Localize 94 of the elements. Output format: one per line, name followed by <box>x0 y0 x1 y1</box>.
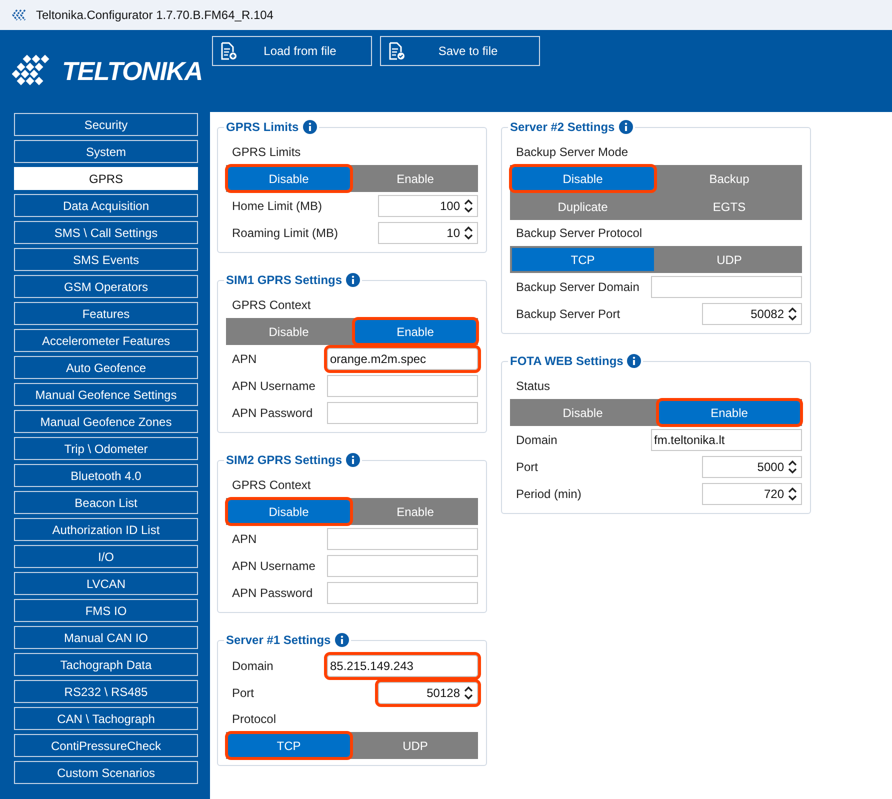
group-title: SIM1 GPRS Settings <box>226 272 342 289</box>
input-field[interactable]: fm.teltonika.lt <box>651 429 802 451</box>
sidebar-item[interactable]: GPRS <box>14 167 198 190</box>
sidebar-item[interactable]: RS232 \ RS485 <box>14 680 198 703</box>
field-label: Backup Server Domain <box>516 279 640 296</box>
input-field[interactable] <box>327 582 478 604</box>
sidebar-item[interactable]: GSM Operators <box>14 275 198 298</box>
field-label: Backup Server Port <box>516 306 620 323</box>
spin-arrows-icon <box>788 460 797 474</box>
file-check-icon <box>389 42 405 60</box>
input-field[interactable]: orange.m2m.spec <box>327 348 478 370</box>
sidebar-item[interactable]: Tachograph Data <box>14 653 198 676</box>
number-field[interactable]: 50082 <box>702 303 802 325</box>
info-icon[interactable] <box>302 120 317 134</box>
sidebar-item[interactable]: SMS Events <box>14 248 198 271</box>
field-label: Domain <box>232 658 274 675</box>
field-label: APN <box>232 531 257 548</box>
field-label: Period (min) <box>516 486 582 503</box>
info-icon[interactable] <box>618 120 633 134</box>
file-button[interactable]: Save to file <box>380 36 540 66</box>
sidebar-item[interactable]: System <box>14 140 198 163</box>
window-title: Teltonika.Configurator 1.7.70.B.FM64_R.104 <box>36 7 274 24</box>
sidebar-item[interactable]: Custom Scenarios <box>14 761 198 784</box>
sidebar-item[interactable]: Auto Geofence <box>14 356 198 379</box>
number-field[interactable]: 10 <box>378 222 478 244</box>
group-title: FOTA WEB Settings <box>510 353 624 370</box>
input-field[interactable]: 85.215.149.243 <box>327 655 478 677</box>
field-label: Protocol <box>232 711 276 728</box>
field-label: APN Password <box>232 585 313 602</box>
sidebar-item[interactable]: FMS IO <box>14 599 198 622</box>
sidebar-item[interactable]: Trip \ Odometer <box>14 437 198 460</box>
toggle-option[interactable]: TCP <box>228 734 350 757</box>
number-field[interactable]: 50128 <box>378 682 478 704</box>
number-field[interactable]: 100 <box>378 195 478 217</box>
sidebar-item[interactable]: Bluetooth 4.0 <box>14 464 198 487</box>
group-title: GPRS Limits <box>226 119 299 136</box>
input-field[interactable] <box>327 555 478 577</box>
sidebar-item[interactable]: ContiPressureCheck <box>14 734 198 757</box>
file-add-icon <box>221 42 237 60</box>
field-label: Domain <box>516 432 558 449</box>
spin-arrows-icon <box>464 686 473 700</box>
sidebar-item[interactable]: Manual Geofence Settings <box>14 383 198 406</box>
sidebar-item[interactable]: Beacon List <box>14 491 198 514</box>
sidebar-item[interactable]: Authorization ID List <box>14 518 198 541</box>
field-label: APN Password <box>232 405 313 422</box>
input-field[interactable] <box>327 375 478 397</box>
input-field[interactable] <box>327 402 478 424</box>
spin-arrows-icon <box>464 199 473 213</box>
spin-arrows-icon <box>788 307 797 321</box>
field-label: Roaming Limit (MB) <box>232 225 338 242</box>
input-field[interactable] <box>651 276 802 298</box>
field-label: APN Username <box>232 558 316 575</box>
toggle-option[interactable]: TCP <box>512 248 654 271</box>
spin-arrows-icon <box>788 487 797 501</box>
field-label: Backup Server Protocol <box>516 225 642 242</box>
group-title: Server #2 Settings <box>510 119 615 136</box>
number-field[interactable]: 720 <box>702 483 802 505</box>
group-title: SIM2 GPRS Settings <box>226 452 342 469</box>
sidebar-item[interactable]: Data Acquisition <box>14 194 198 217</box>
sidebar-item[interactable]: Manual Geofence Zones <box>14 410 198 433</box>
field-label: GPRS Context <box>232 297 311 314</box>
group-title: Server #1 Settings <box>226 632 331 649</box>
field-label: APN <box>232 351 257 368</box>
number-field[interactable]: 5000 <box>702 456 802 478</box>
sidebar-item[interactable]: CAN \ Tachograph <box>14 707 198 730</box>
field-label: Status <box>516 378 550 395</box>
input-field[interactable] <box>327 528 478 550</box>
field-label: Backup Server Mode <box>516 144 628 161</box>
toggle-option[interactable]: Disable <box>228 167 350 190</box>
sidebar-item[interactable]: I/O <box>14 545 198 568</box>
field-label: GPRS Limits <box>232 144 301 161</box>
sidebar-item[interactable]: Accelerometer Features <box>14 329 198 352</box>
info-icon[interactable] <box>346 273 360 287</box>
file-button[interactable]: Load from file <box>212 36 372 66</box>
sidebar-item[interactable]: LVCAN <box>14 572 198 595</box>
info-icon[interactable] <box>346 453 360 467</box>
toggle-option[interactable]: Disable <box>512 167 654 190</box>
sidebar-item[interactable]: SMS \ Call Settings <box>14 221 198 244</box>
field-label: Home Limit (MB) <box>232 198 322 215</box>
field-label: GPRS Context <box>232 477 311 494</box>
toggle-option[interactable]: Enable <box>354 320 476 343</box>
info-icon[interactable] <box>627 354 642 368</box>
toggle-option[interactable]: Disable <box>228 500 350 523</box>
info-icon[interactable] <box>334 633 349 647</box>
sidebar-item[interactable]: Features <box>14 302 198 325</box>
toggle-option[interactable]: Enable <box>658 401 800 424</box>
sidebar-item[interactable]: Security <box>14 113 198 136</box>
sidebar-item[interactable]: Manual CAN IO <box>14 626 198 649</box>
spin-arrows-icon <box>464 226 473 240</box>
app-logo-icon <box>12 9 28 21</box>
field-label: APN Username <box>232 378 316 395</box>
field-label: Port <box>232 685 254 702</box>
field-label: Port <box>516 459 538 476</box>
brand-logo: TELTONIKA <box>62 58 203 84</box>
